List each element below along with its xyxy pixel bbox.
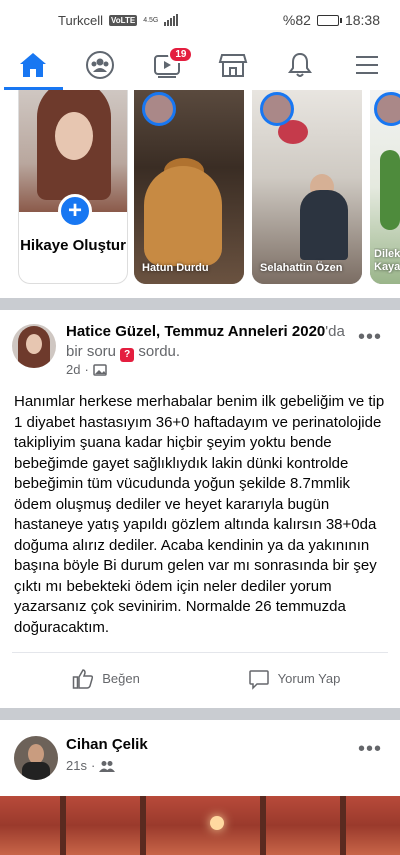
watch-badge: 19: [168, 46, 194, 63]
story-avatar: [260, 92, 294, 126]
post-header: Cihan Çelik 21s · •••: [12, 732, 388, 788]
post-author[interactable]: Hatice Güzel: [66, 323, 156, 340]
friends-icon: [99, 760, 116, 772]
story-card[interactable]: Dilek Kaya: [370, 90, 400, 284]
post-meta: Hatice Güzel, Temmuz Anneleri 2020'da bi…: [66, 323, 345, 362]
thumbs-up-icon: [72, 668, 94, 689]
stories-tray: + Hikaye Oluştur Hatun Durdu Selahattin …: [0, 90, 400, 298]
comment-button[interactable]: Yorum Yap: [200, 653, 388, 704]
question-icon: ?: [120, 348, 135, 362]
photo-icon: [93, 363, 107, 376]
section-divider: [0, 298, 400, 310]
post-text: Hanımlar herkese merhabalar benim ilk ge…: [14, 393, 385, 636]
post-time[interactable]: 2d: [66, 362, 80, 377]
signal-icon: [164, 14, 179, 26]
bell-icon: [288, 52, 313, 77]
marketplace-icon: [219, 54, 248, 77]
like-button[interactable]: Beğen: [12, 653, 200, 704]
story-name: Dilek Kaya: [374, 248, 400, 273]
story-card[interactable]: Selahattin Özen: [252, 90, 362, 284]
post-time[interactable]: 21s: [66, 758, 87, 773]
section-divider: [0, 708, 400, 720]
post-image[interactable]: [0, 796, 400, 855]
create-story-label: Hikaye Oluştur: [20, 237, 126, 254]
story-avatar: [374, 92, 400, 126]
nav-marketplace[interactable]: [200, 40, 267, 90]
more-options-icon[interactable]: •••: [358, 326, 382, 349]
battery-icon: [316, 14, 342, 26]
plus-icon[interactable]: +: [58, 194, 92, 228]
post-header: Hatice Güzel, Temmuz Anneleri 2020'da bi…: [12, 320, 388, 380]
post-actions: Beğen Yorum Yap: [12, 652, 388, 704]
avatar[interactable]: [14, 736, 58, 780]
home-icon: [20, 53, 47, 77]
create-story-card[interactable]: + Hikaye Oluştur: [18, 90, 128, 284]
post-author[interactable]: Cihan Çelik: [66, 736, 148, 753]
post-timestamp-row: 2d ·: [66, 362, 107, 377]
comment-label: Yorum Yap: [277, 671, 341, 686]
clock: 18:38: [344, 12, 380, 28]
nav-notifications[interactable]: [267, 40, 334, 90]
volte-badge: VoLTE: [109, 14, 138, 26]
story-name: Selahattin Özen: [260, 262, 343, 274]
post-action-suffix: sordu.: [138, 343, 181, 360]
post-action-prefix: bir soru: [66, 343, 117, 360]
nav-groups[interactable]: [67, 40, 134, 90]
nav-watch[interactable]: 19: [133, 40, 200, 90]
story-card[interactable]: Hatun Durdu: [134, 90, 244, 284]
story-avatar: [142, 92, 176, 126]
top-nav: 19: [0, 40, 400, 90]
avatar[interactable]: [12, 324, 56, 368]
nav-menu[interactable]: [333, 40, 400, 90]
hamburger-menu-icon: [355, 56, 378, 74]
post-timestamp-row: 21s ·: [66, 758, 116, 773]
story-name: Hatun Durdu: [142, 262, 209, 274]
network-type: 4.5G: [143, 16, 159, 24]
carrier-name: Turkcell: [58, 12, 104, 28]
nav-home[interactable]: [0, 40, 67, 90]
status-bar: Turkcell VoLTE 4.5G %82 18:38: [0, 0, 400, 40]
battery-percent: %82: [282, 12, 311, 28]
more-options-icon[interactable]: •••: [358, 738, 382, 761]
comment-icon: [248, 669, 269, 690]
post-group[interactable]: Temmuz Anneleri 2020: [164, 323, 325, 340]
like-label: Beğen: [102, 671, 140, 686]
groups-icon: [86, 51, 114, 79]
post-group-suffix: 'da: [325, 323, 345, 340]
